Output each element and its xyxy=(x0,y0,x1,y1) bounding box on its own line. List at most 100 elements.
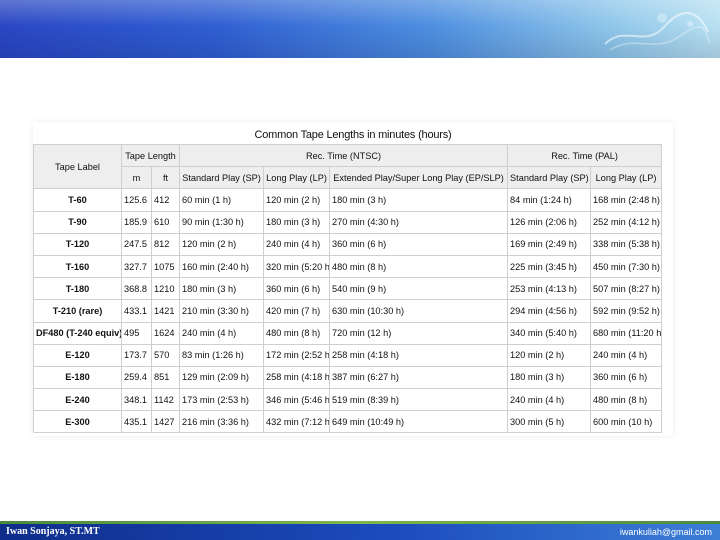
table-row: T-90 185.9 610 90 min (1:30 h) 180 min (3 h)… xyxy=(33,210,663,234)
tape-label-cell: T-160 xyxy=(33,254,122,279)
header-m: m xyxy=(121,166,152,190)
table-cell: 168 min (2:48 h) xyxy=(590,188,663,212)
table-cell: 570 xyxy=(150,343,181,367)
table-cell: 60 min (1 h) xyxy=(179,188,265,212)
table-cell: 360 min (6 h) xyxy=(329,232,509,256)
table-cell: 258 min (4:18 h) xyxy=(329,343,509,367)
table-cell: 851 xyxy=(150,365,181,390)
table-cell: 1624 xyxy=(150,321,181,345)
footer-email: iwankuliah@gmail.com xyxy=(619,527,712,537)
table-row: E-120 173.7 570 83 min (1:26 h) 172 min (2:5… xyxy=(33,343,663,367)
table-cell: 1075 xyxy=(150,254,181,279)
header-row-group: Tape Label Tape Length Rec. Time (NTSC) … xyxy=(33,143,663,190)
table-cell: 1210 xyxy=(150,277,181,301)
table-cell: 519 min (8:39 h) xyxy=(329,388,509,412)
table-cell: 480 min (8 h) xyxy=(263,321,331,345)
tape-label-cell: T-90 xyxy=(33,210,122,234)
table-cell: 480 min (8 h) xyxy=(590,388,663,412)
table-cell: 240 min (4 h) xyxy=(263,232,331,256)
header-rec-time-ntsc: Rec. Time (NTSC) xyxy=(179,143,509,168)
header-pal-sp: Standard Play (SP) xyxy=(507,166,592,190)
table-cell: 160 min (2:40 h) xyxy=(179,254,265,279)
wave-decoration-icon xyxy=(604,12,710,51)
table-cell: 258 min (4:18 h) xyxy=(263,365,331,390)
table-cell: 348.1 xyxy=(121,388,152,412)
table-cell: 432 min (7:12 h) xyxy=(263,410,331,434)
table-cell: 180 min (3 h) xyxy=(263,210,331,234)
tape-label-cell: E-180 xyxy=(33,365,122,390)
table-row: T-120 247.5 812 120 min (2 h) 240 min (4 h) 3… xyxy=(33,232,663,256)
table-cell: 610 xyxy=(150,210,181,234)
table-cell: 540 min (9 h) xyxy=(329,277,509,301)
header-tape-length: Tape Length xyxy=(120,143,181,168)
table-cell: 412 xyxy=(150,188,181,212)
header-ntsc-sp: Standard Play (SP) xyxy=(179,166,265,190)
table-cell: 225 min (3:45 h) xyxy=(507,254,592,279)
table-cell: 180 min (3 h) xyxy=(329,188,509,212)
table-cell: 1421 xyxy=(150,299,181,323)
table-cell: 433.1 xyxy=(121,299,152,323)
table-cell: 812 xyxy=(150,232,181,256)
table-cell: 180 min (3 h) xyxy=(179,277,265,301)
table-cell: 387 min (6:27 h) xyxy=(329,365,509,390)
table-cell: 720 min (12 h) xyxy=(329,321,509,345)
tape-label-cell: DF480 (T-240 equiv) xyxy=(33,321,122,345)
table-cell: 126 min (2:06 h) xyxy=(507,210,592,234)
table-cell: 338 min (5:38 h) xyxy=(590,232,663,256)
table-cell: 346 min (5:46 h) xyxy=(263,388,331,412)
table-row: T-160 327.7 1075 160 min (2:40 h) 320 min (5… xyxy=(33,254,663,279)
table-cell: 495 xyxy=(121,321,152,345)
table-cell: 327.7 xyxy=(121,254,152,279)
table-cell: 120 min (2 h) xyxy=(179,232,265,256)
header-ntsc-lp: Long Play (LP) xyxy=(263,166,331,190)
header-rec-time-pal: Rec. Time (PAL) xyxy=(507,143,663,168)
table-row: E-180 259.4 851 129 min (2:09 h) 258 min (4:… xyxy=(33,365,663,390)
table-cell: 240 min (4 h) xyxy=(179,321,265,345)
footer-author: Iwan Sonjaya, ST.MT xyxy=(6,526,100,537)
header-ntsc-ep: Extended Play/Super Long Play (EP/SLP) xyxy=(329,166,509,190)
tape-label-cell: T-210 (rare) xyxy=(33,299,122,323)
tape-label-cell: E-120 xyxy=(33,343,122,367)
table-row: DF480 (T-240 equiv) 495 1624 240 min (4 h) 4… xyxy=(33,321,663,345)
top-banner xyxy=(0,0,720,58)
tape-label-cell: T-180 xyxy=(33,277,122,301)
table-cell: 173.7 xyxy=(121,343,152,367)
table-cell: 507 min (8:27 h) xyxy=(590,277,663,301)
table-row: T-180 368.8 1210 180 min (3 h) 360 min (6 h)… xyxy=(33,277,663,301)
table-cell: 360 min (6 h) xyxy=(263,277,331,301)
tape-label-cell: E-300 xyxy=(33,410,122,434)
table-cell: 210 min (3:30 h) xyxy=(179,299,265,323)
table-cell: 173 min (2:53 h) xyxy=(179,388,265,412)
table-cell: 259.4 xyxy=(121,365,152,390)
tape-table-image: Common Tape Lengths in minutes (hours) T… xyxy=(33,122,673,436)
table-cell: 480 min (8 h) xyxy=(329,254,509,279)
table-cell: 240 min (4 h) xyxy=(507,388,592,412)
table-cell: 83 min (1:26 h) xyxy=(179,343,265,367)
table-cell: 1142 xyxy=(150,388,181,412)
table-row: E-300 435.1 1427 216 min (3:36 h) 432 min (7… xyxy=(33,410,663,434)
header-ft: ft xyxy=(150,166,181,190)
table-cell: 240 min (4 h) xyxy=(590,343,663,367)
table-cell: 294 min (4:56 h) xyxy=(507,299,592,323)
table-cell: 649 min (10:49 h) xyxy=(329,410,509,434)
table-cell: 129 min (2:09 h) xyxy=(179,365,265,390)
table-row: E-240 348.1 1142 173 min (2:53 h) 346 min (5… xyxy=(33,388,663,412)
table-cell: 84 min (1:24 h) xyxy=(507,188,592,212)
tape-label-cell: E-240 xyxy=(33,388,122,412)
table-row: T-60 125.6 412 60 min (1 h) 120 min (2 h) 180… xyxy=(33,188,663,212)
table-cell: 185.9 xyxy=(121,210,152,234)
table-cell: 420 min (7 h) xyxy=(263,299,331,323)
table-cell: 169 min (2:49 h) xyxy=(507,232,592,256)
table-cell: 1427 xyxy=(150,410,181,434)
header-row-sub: m ft Standard Play (SP) Long Play (LP) E… xyxy=(34,166,663,190)
table-cell: 360 min (6 h) xyxy=(590,365,663,390)
table-cell: 320 min (5:20 h) xyxy=(263,254,331,279)
table-cell: 180 min (3 h) xyxy=(507,365,592,390)
table-cell: 300 min (5 h) xyxy=(507,410,592,434)
table-cell: 435.1 xyxy=(121,410,152,434)
table-cell: 368.8 xyxy=(121,277,152,301)
table-cell: 120 min (2 h) xyxy=(263,188,331,212)
table-cell: 125.6 xyxy=(121,188,152,212)
table-cell: 630 min (10:30 h) xyxy=(329,299,509,323)
header-tape-label: Tape Label xyxy=(33,143,122,190)
